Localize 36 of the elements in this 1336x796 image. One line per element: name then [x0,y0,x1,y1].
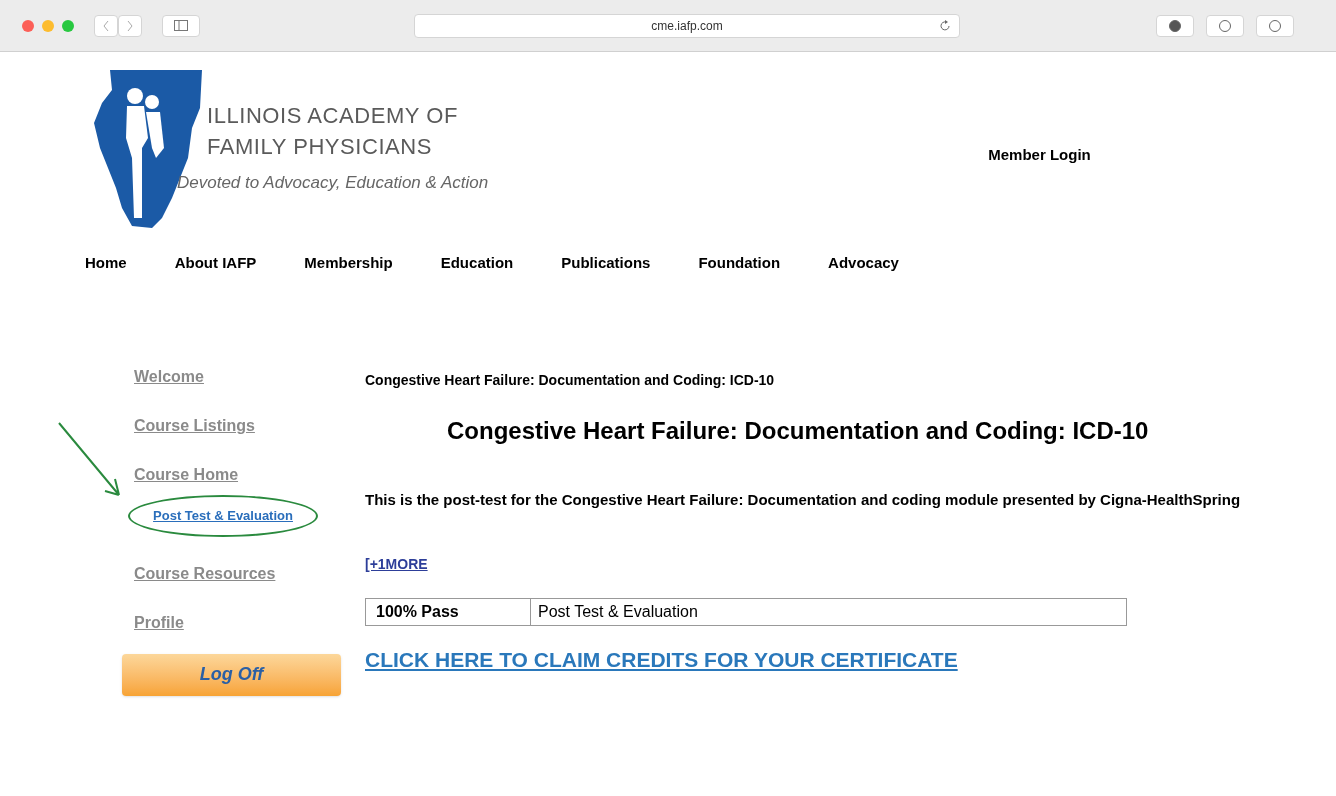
close-icon[interactable] [22,19,34,32]
nav-link[interactable]: Home [85,252,127,275]
sidebar-link[interactable]: Post Test & Evaluation [153,505,293,526]
result-name-cell-text: Post Test & Evaluation [537,602,699,622]
download-button[interactable] [1156,14,1194,37]
nav-link[interactable]: Education [440,252,514,275]
course-title: Congestive Heart Failure: Documentation and Coding: ICD-10 [447,415,1150,446]
chevron-right-icon [126,19,134,32]
course-breadcrumb: Congestive Heart Failure: Documentation and Coding: ICD-10 [365,370,776,390]
logo-tagline: Devoted to Advocacy, Education & Action [177,172,489,194]
nav-link[interactable]: About IAFP [174,252,257,275]
logo-title: ILLINOIS ACADEMY OF [207,102,459,130]
member-login-link[interactable]: Member Login [988,144,1091,167]
sidebar-toggle-button[interactable] [162,14,200,37]
url-text: cme.iafp.com [651,17,723,35]
result-status-cell: 100% Pass [366,599,531,625]
minimize-icon[interactable] [42,19,54,32]
nav-link[interactable]: Membership [304,252,393,275]
nav-link[interactable]: Advocacy [828,252,899,275]
nav-link[interactable]: Publications [561,252,651,275]
tabs-button[interactable] [1256,14,1294,37]
more-link[interactable]: [+1MORE [365,554,428,575]
nav-link[interactable]: Foundation [698,252,781,275]
forward-button[interactable] [118,14,142,37]
logo-title: FAMILY PHYSICIANS [207,133,433,161]
download-icon [1169,19,1181,32]
sidebar-icon [174,20,188,31]
share-button[interactable] [1206,14,1244,37]
address-bar[interactable]: cme.iafp.com [414,13,960,38]
reload-icon[interactable] [939,19,951,32]
maximize-icon[interactable] [62,19,74,32]
log-off-button[interactable]: Log Off [122,653,341,696]
chevron-left-icon [102,19,110,32]
claim-credits-link[interactable]: CLICK HERE TO CLAIM CREDITS FOR YOUR CERTIFICATE [365,644,958,676]
back-button[interactable] [94,14,118,37]
course-description: This is the post-test for the Congestive Heart Failure: Documentation and coding module presented by Cigna-HealthSpring [365,489,1241,510]
